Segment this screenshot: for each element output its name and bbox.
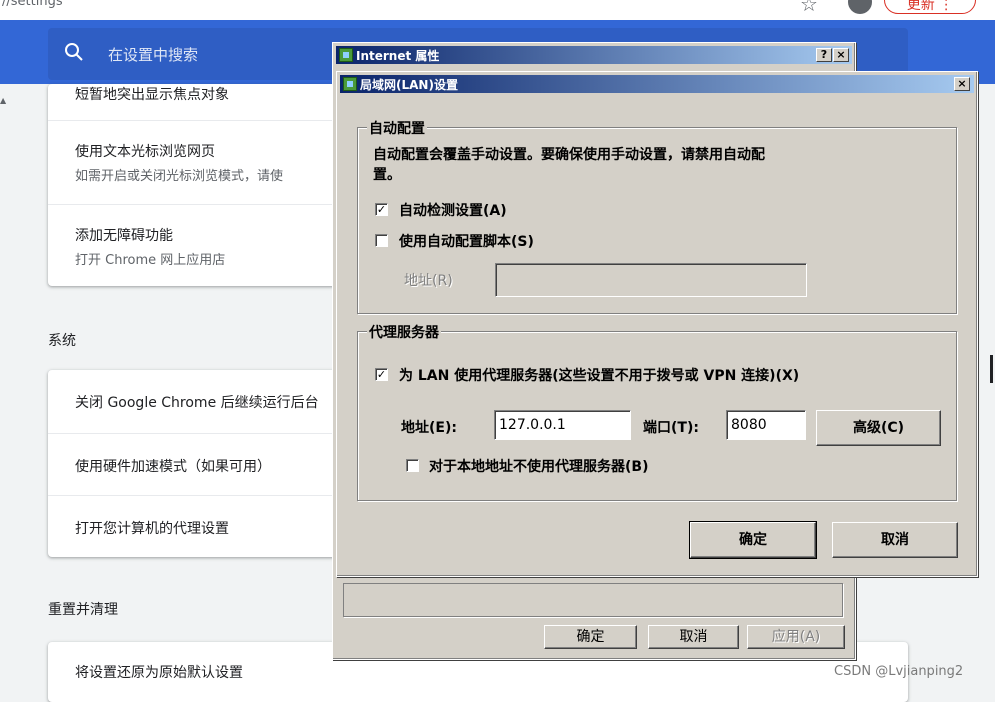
lan-settings-dialog: 局域网(LAN)设置 × 自动配置 自动配置会覆盖手动设置。要确保使用手动设置，…: [336, 71, 978, 577]
help-button[interactable]: ?: [816, 48, 832, 62]
proxy-port-label: 端口(T):: [643, 420, 699, 436]
script-address-label: 地址(R): [404, 273, 453, 289]
proxy-address-label: 地址(E):: [401, 420, 457, 436]
section-title-system: 系统: [48, 333, 76, 349]
proxy-address-input[interactable]: [494, 410, 631, 440]
search-placeholder: 在设置中搜索: [108, 46, 199, 64]
lan-ok-button[interactable]: 确定: [689, 521, 817, 559]
use-script-checkbox[interactable]: [375, 234, 388, 247]
network-icon: [343, 77, 357, 91]
text-cursor-marker: [990, 355, 993, 383]
url-fragment[interactable]: //settings: [2, 0, 63, 9]
use-proxy-checkbox[interactable]: ✓: [375, 368, 388, 381]
lan-cancel-button[interactable]: 取消: [832, 522, 958, 558]
bypass-local-checkbox[interactable]: [406, 459, 419, 472]
internet-properties-titlebar[interactable]: Internet 属性 ? ×: [336, 46, 852, 64]
proxy-legend: 代理服务器: [367, 322, 441, 342]
search-icon: [65, 43, 83, 61]
bookmark-star-icon[interactable]: ☆: [800, 0, 818, 16]
auto-config-description-cont: 置。: [373, 167, 401, 183]
close-icon[interactable]: ×: [954, 77, 970, 91]
avatar[interactable]: [848, 0, 872, 14]
properties-panel-bottom: [343, 583, 843, 617]
properties-apply-button[interactable]: 应用(A): [747, 625, 845, 649]
use-proxy-label: 为 LAN 使用代理服务器(这些设置不用于拨号或 VPN 连接)(X): [399, 368, 800, 384]
auto-detect-label: 自动检测设置(A): [399, 203, 507, 219]
script-address-input[interactable]: [495, 263, 807, 297]
auto-detect-checkbox[interactable]: ✓: [375, 203, 388, 216]
bypass-local-label: 对于本地地址不使用代理服务器(B): [429, 459, 649, 475]
properties-ok-button[interactable]: 确定: [544, 625, 637, 649]
proxy-port-input[interactable]: [726, 410, 806, 440]
section-title-reset: 重置并清理: [48, 602, 118, 618]
internet-globe-icon: [339, 48, 353, 62]
use-script-label: 使用自动配置脚本(S): [399, 234, 534, 250]
close-icon[interactable]: ×: [833, 48, 849, 62]
lan-dialog-titlebar[interactable]: 局域网(LAN)设置 ×: [340, 75, 974, 93]
properties-cancel-button[interactable]: 取消: [648, 625, 739, 649]
browser-top-strip: //settings ☆ 更新 ⋮: [0, 0, 995, 20]
auto-config-description: 自动配置会覆盖手动设置。要确保使用手动设置，请禁用自动配: [373, 147, 765, 163]
advanced-button[interactable]: 高级(C): [816, 410, 941, 446]
update-button[interactable]: 更新 ⋮: [884, 0, 976, 14]
collapse-caret-icon[interactable]: ▲: [0, 96, 6, 105]
auto-config-legend: 自动配置: [367, 118, 427, 138]
watermark: CSDN @Lvjianping2: [834, 664, 964, 679]
